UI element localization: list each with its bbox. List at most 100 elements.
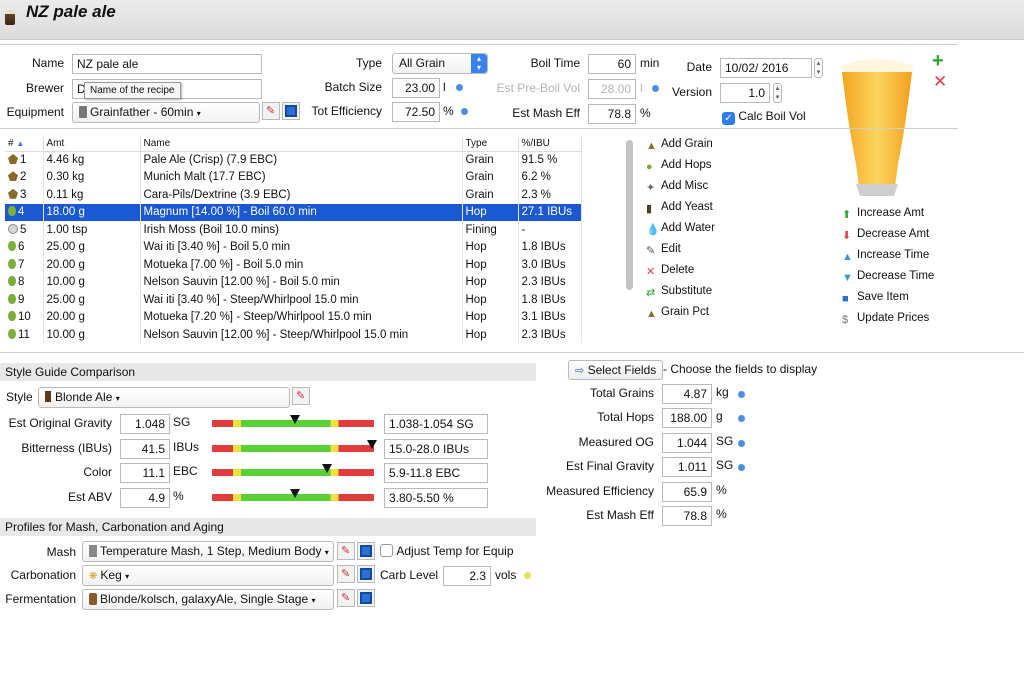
col-name[interactable]: Name <box>140 137 463 152</box>
carb-level-field[interactable]: 2.3 <box>443 566 491 586</box>
col-pct[interactable]: %/IBU <box>518 137 582 152</box>
edit-fermentation-button[interactable]: ✎ <box>337 589 355 607</box>
save-mash-button[interactable] <box>357 542 375 560</box>
mash-tun-icon <box>89 545 97 557</box>
table-row[interactable]: 8 10.00 g Nelson Sauvin [12.00 %] - Boil 5… <box>5 273 582 291</box>
version-stepper[interactable]: ▴ ▾ <box>773 83 782 103</box>
date-stepper[interactable]: ▴ ▾ <box>814 58 823 78</box>
batch-size-field[interactable]: 23.00 <box>392 78 440 98</box>
add-grain-button[interactable]: ▲ Add Grain <box>646 138 715 159</box>
field-row-value: 1.011 <box>662 457 712 478</box>
edit-carbonation-button[interactable]: ✎ <box>337 565 355 583</box>
decrease-time-button[interactable]: ▼ Decrease Time <box>842 270 934 291</box>
edit-style-button[interactable]: ✎ <box>292 387 310 405</box>
date-field[interactable]: 10/02/ 2016 <box>720 58 812 78</box>
field-row-label: Est Final Gravity <box>565 459 654 474</box>
type-label: Type <box>355 56 382 70</box>
save-equipment-button[interactable] <box>282 102 300 120</box>
table-row[interactable]: 4 18.00 g Magnum [14.00 %] - Boil 60.0 min… <box>5 203 582 221</box>
batch-size-label: Batch Size <box>324 80 382 94</box>
table-row[interactable]: 11 10.00 g Nelson Sauvin [12.00 %] - Steep… <box>5 326 582 343</box>
add-hops-button[interactable]: ● Add Hops <box>646 159 715 180</box>
hop-icon <box>8 276 16 287</box>
edit-icon: ✎ <box>646 245 656 257</box>
carbonation-select[interactable]: ❋ Keg ▾ <box>82 565 334 586</box>
efficiency-info-dot[interactable] <box>461 108 468 115</box>
pencil-icon: ✎ <box>266 105 276 117</box>
name-field[interactable]: NZ pale ale <box>72 54 262 74</box>
select-fields-button[interactable]: ⇨ Select Fields <box>568 360 664 380</box>
table-row[interactable]: 2 0.30 kg Munich Malt (17.7 EBC) Grain 6.2 % <box>5 168 582 186</box>
table-row[interactable]: 9 25.00 g Wai iti [3.40 %] - Steep/Whirlpo… <box>5 291 582 309</box>
decrease-amt-button[interactable]: ⬇ Decrease Amt <box>842 228 934 249</box>
efficiency-field[interactable]: 72.50 <box>392 102 440 122</box>
table-row[interactable]: 3 0.11 kg Cara-Pils/Dextrine (3.9 EBC) Grai… <box>5 186 582 204</box>
col-amt[interactable]: Amt <box>43 137 141 152</box>
save-carbonation-button[interactable] <box>357 565 375 583</box>
style-select[interactable]: Blonde Ale ▾ <box>38 387 290 408</box>
boil-time-field[interactable]: 60 <box>588 54 636 74</box>
update-prices-button[interactable]: $ Update Prices <box>842 312 934 333</box>
kettle-icon <box>79 106 87 118</box>
calc-boil-checkbox[interactable]: ✓ Calc Boil Vol <box>722 109 806 125</box>
add-misc-button[interactable]: ✦ Add Misc <box>646 180 715 201</box>
increase-amt-button[interactable]: ⬆ Increase Amt <box>842 207 934 228</box>
carb-level-dot[interactable] <box>524 572 531 579</box>
yeast-icon: ▮ <box>646 203 653 215</box>
ingredients-scrollbar[interactable] <box>626 140 633 290</box>
grain-pct-button[interactable]: ▲ Grain Pct <box>646 306 715 327</box>
add-yeast-button[interactable]: ▮ Add Yeast <box>646 201 715 222</box>
field-info-dot[interactable] <box>738 464 745 472</box>
type-select[interactable]: All Grain ▴ ▾ <box>392 53 488 74</box>
add-water-button[interactable]: 💧Add Water <box>646 222 715 243</box>
style-row-unit: % <box>173 488 184 503</box>
select-fields-hint: - Choose the fields to display <box>663 362 818 376</box>
edit-equipment-button[interactable]: ✎ <box>262 102 280 120</box>
batch-info-dot[interactable] <box>456 84 463 91</box>
delete-recipe-x-icon[interactable]: ✕ <box>933 73 947 90</box>
field-row-value: 78.8 <box>662 506 712 526</box>
save-fermentation-button[interactable] <box>357 589 375 607</box>
cell-num: 8 <box>5 273 44 291</box>
delete-button[interactable]: ✕ Delete <box>646 264 715 285</box>
save-item-button[interactable]: ■ Save Item <box>842 291 934 312</box>
cell-num: 9 <box>5 291 44 309</box>
fermentation-select[interactable]: Blonde/kolsch, galaxyAle, Single Stage ▾ <box>82 589 334 610</box>
style-row-value: 1.048 <box>120 414 170 434</box>
field-info-dot[interactable] <box>738 391 745 398</box>
field-info-dot[interactable] <box>738 439 745 447</box>
table-row[interactable]: 6 25.00 g Wai iti [3.40 %] - Boil 5.0 min H… <box>5 238 582 256</box>
mash-select[interactable]: Temperature Mash, 1 Step, Medium Body ▾ <box>82 541 334 562</box>
arrow-icon: ⇨ <box>575 365 585 377</box>
pencil-icon: ✎ <box>341 545 351 557</box>
table-row[interactable]: 10 20.00 g Motueka [7.20 %] - Steep/Whirlp… <box>5 308 582 326</box>
substitute-button[interactable]: ⇄ Substitute <box>646 285 715 306</box>
style-row-label: Est Original Gravity <box>8 416 112 430</box>
style-row-label: Bitterness (IBUs) <box>21 440 112 455</box>
table-row[interactable]: 1 4.46 kg Pale Ale (Crisp) (7.9 EBC) Grain 9… <box>5 151 582 169</box>
equipment-select[interactable]: Grainfather - 60min ▾ <box>72 102 260 123</box>
style-range-marker <box>289 415 300 424</box>
edit-button[interactable]: ✎ Edit <box>646 243 715 264</box>
edit-mash-button[interactable]: ✎ <box>337 542 355 560</box>
increase-time-button[interactable]: ▲ Increase Time <box>842 249 934 270</box>
table-row[interactable]: 7 20.00 g Motueka [7.00 %] - Boil 5.0 min H… <box>5 256 582 274</box>
table-row[interactable]: 5 1.00 tsp Irish Moss (Boil 10.0 mins) Fini… <box>5 221 582 239</box>
col-type[interactable]: Type <box>462 137 519 152</box>
adjust-temp-label: Adjust Temp for Equip <box>396 544 514 558</box>
cell-num: 6 <box>5 238 44 256</box>
version-field[interactable]: 1.0 <box>720 83 770 103</box>
add-recipe-plus-icon[interactable]: + <box>932 51 944 71</box>
field-info-dot[interactable] <box>738 415 745 423</box>
pre-boil-info-dot[interactable] <box>652 85 659 92</box>
style-row-unit: EBC <box>173 464 198 478</box>
cell-num: 3 <box>5 186 44 204</box>
adjust-temp-checkbox[interactable]: Adjust Temp for Equip <box>380 544 514 560</box>
cell-type: Grain <box>462 168 519 186</box>
col-num[interactable]: # ▲ <box>5 137 44 152</box>
cell-amt: 25.00 g <box>43 291 141 309</box>
field-row-value: 1.044 <box>662 432 712 453</box>
water-drop-icon: 💧 <box>646 224 660 236</box>
cell-amt: 1.00 tsp <box>43 221 141 239</box>
chevron-down-icon: ▾ <box>311 596 316 605</box>
